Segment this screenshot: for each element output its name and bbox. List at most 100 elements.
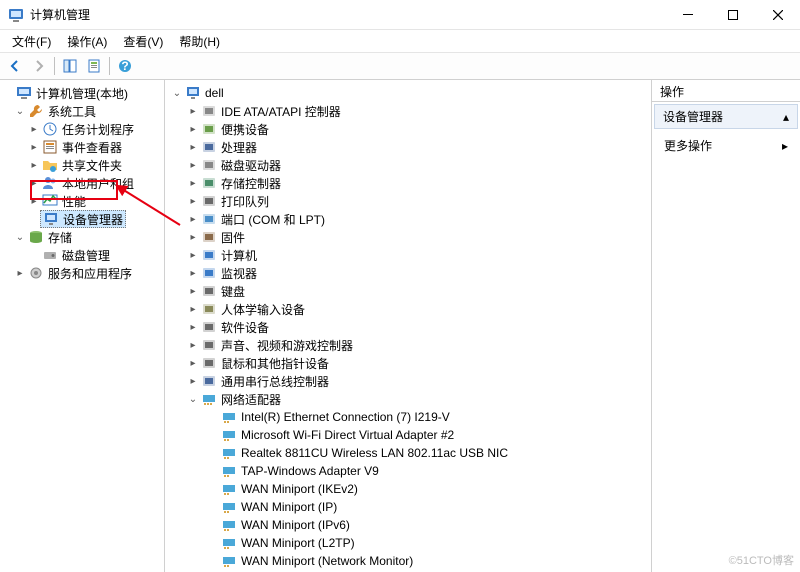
tree-system-tools[interactable]: ⌄ 系统工具 bbox=[0, 102, 164, 120]
device-category-mice[interactable]: ▸鼠标和其他指针设备 bbox=[165, 354, 651, 372]
properties-button[interactable] bbox=[83, 55, 105, 77]
tree-task-scheduler[interactable]: ▸任务计划程序 bbox=[0, 120, 164, 138]
tree-root[interactable]: ▸ 计算机管理(本地) bbox=[0, 84, 164, 102]
network-adapter-item[interactable]: Intel(R) Ethernet Connection (7) I219-V bbox=[165, 408, 651, 426]
device-category-keyboards[interactable]: ▸键盘 bbox=[165, 282, 651, 300]
hid-icon bbox=[201, 301, 217, 317]
network-adapter-item[interactable]: WAN Miniport (L2TP) bbox=[165, 534, 651, 552]
tree-disk-management[interactable]: ▸磁盘管理 bbox=[0, 246, 164, 264]
ide-controller-icon bbox=[201, 103, 217, 119]
expander-icon[interactable]: ▸ bbox=[187, 339, 199, 351]
expander-icon[interactable]: ▸ bbox=[187, 141, 199, 153]
forward-button[interactable] bbox=[28, 55, 50, 77]
tree-shared-folders[interactable]: ▸共享文件夹 bbox=[0, 156, 164, 174]
device-category-usb[interactable]: ▸通用串行总线控制器 bbox=[165, 372, 651, 390]
disk-drive-icon bbox=[201, 157, 217, 173]
network-adapter-icon bbox=[221, 409, 237, 425]
tree-services-apps[interactable]: ▸服务和应用程序 bbox=[0, 264, 164, 282]
device-tree[interactable]: ⌄dell ▸IDE ATA/ATAPI 控制器▸便携设备▸处理器▸磁盘驱动器▸… bbox=[165, 80, 652, 572]
network-adapter-icon bbox=[221, 517, 237, 533]
network-adapter-item[interactable]: Microsoft Wi-Fi Direct Virtual Adapter #… bbox=[165, 426, 651, 444]
device-category-disk_drives[interactable]: ▸磁盘驱动器 bbox=[165, 156, 651, 174]
device-category-network[interactable]: ⌄网络适配器 bbox=[165, 390, 651, 408]
device-category-monitors[interactable]: ▸监视器 bbox=[165, 264, 651, 282]
menu-help[interactable]: 帮助(H) bbox=[171, 31, 228, 52]
expander-icon[interactable]: ▸ bbox=[187, 159, 199, 171]
back-button[interactable] bbox=[4, 55, 26, 77]
expander-icon[interactable]: ▸ bbox=[28, 141, 40, 153]
expander-icon[interactable]: ▸ bbox=[187, 285, 199, 297]
expander-icon[interactable]: ▸ bbox=[187, 213, 199, 225]
menu-view[interactable]: 查看(V) bbox=[115, 31, 171, 52]
tree-storage[interactable]: ⌄存储 bbox=[0, 228, 164, 246]
expander-icon[interactable]: ▸ bbox=[28, 159, 40, 171]
computer-icon bbox=[185, 85, 201, 101]
expander-icon[interactable]: ▸ bbox=[187, 123, 199, 135]
device-category-computer[interactable]: ▸计算机 bbox=[165, 246, 651, 264]
device-category-software_dev[interactable]: ▸软件设备 bbox=[165, 318, 651, 336]
storage-controller-icon bbox=[201, 175, 217, 191]
tree-device-manager[interactable]: ▸设备管理器 bbox=[0, 210, 164, 228]
toolbar: ? bbox=[0, 52, 800, 80]
device-category-print_queue[interactable]: ▸打印队列 bbox=[165, 192, 651, 210]
toolbar-separator bbox=[54, 57, 55, 75]
expander-icon[interactable]: ▸ bbox=[28, 123, 40, 135]
console-tree[interactable]: ▸ 计算机管理(本地) ⌄ 系统工具 ▸任务计划程序 ▸事件查看器 ▸共享文件夹… bbox=[0, 80, 165, 572]
network-adapter-icon bbox=[221, 481, 237, 497]
expander-icon[interactable]: ▸ bbox=[14, 267, 26, 279]
tree-event-viewer[interactable]: ▸事件查看器 bbox=[0, 138, 164, 156]
menu-file[interactable]: 文件(F) bbox=[4, 31, 59, 52]
tree-local-users[interactable]: ▸本地用户和组 bbox=[0, 174, 164, 192]
software-device-icon bbox=[201, 319, 217, 335]
network-adapter-icon bbox=[221, 553, 237, 569]
expander-icon[interactable]: ▸ bbox=[187, 249, 199, 261]
device-category-cpu[interactable]: ▸处理器 bbox=[165, 138, 651, 156]
keyboard-icon bbox=[201, 283, 217, 299]
device-category-storage_ctrl[interactable]: ▸存储控制器 bbox=[165, 174, 651, 192]
network-adapter-item[interactable]: TAP-Windows Adapter V9 bbox=[165, 462, 651, 480]
expander-icon[interactable]: ▸ bbox=[187, 177, 199, 189]
expander-icon[interactable]: ▸ bbox=[187, 267, 199, 279]
expander-icon[interactable]: ▸ bbox=[187, 375, 199, 387]
device-category-hid[interactable]: ▸人体学输入设备 bbox=[165, 300, 651, 318]
device-root[interactable]: ⌄dell bbox=[165, 84, 651, 102]
more-actions[interactable]: 更多操作 ▸ bbox=[652, 131, 800, 160]
network-adapter-item[interactable]: WAN Miniport (Network Monitor) bbox=[165, 552, 651, 570]
device-category-ide[interactable]: ▸IDE ATA/ATAPI 控制器 bbox=[165, 102, 651, 120]
expander-icon[interactable]: ▸ bbox=[187, 105, 199, 117]
show-hide-tree-button[interactable] bbox=[59, 55, 81, 77]
expander-icon[interactable]: ⌄ bbox=[14, 231, 26, 243]
expander-icon[interactable]: ▸ bbox=[187, 357, 199, 369]
menu-action[interactable]: 操作(A) bbox=[59, 31, 115, 52]
expander-icon[interactable]: ▸ bbox=[187, 195, 199, 207]
monitor-icon bbox=[201, 265, 217, 281]
device-category-ports[interactable]: ▸端口 (COM 和 LPT) bbox=[165, 210, 651, 228]
sound-icon bbox=[201, 337, 217, 353]
help-button[interactable]: ? bbox=[114, 55, 136, 77]
expander-icon[interactable]: ▸ bbox=[28, 177, 40, 189]
expander-icon[interactable]: ▸ bbox=[187, 303, 199, 315]
tree-performance[interactable]: ▸性能 bbox=[0, 192, 164, 210]
expander-icon[interactable]: ▸ bbox=[28, 195, 40, 207]
device-category-portable[interactable]: ▸便携设备 bbox=[165, 120, 651, 138]
network-adapter-item[interactable]: WAN Miniport (IKEv2) bbox=[165, 480, 651, 498]
close-button[interactable] bbox=[755, 0, 800, 30]
expander-icon[interactable]: ▸ bbox=[187, 231, 199, 243]
network-adapter-icon bbox=[221, 427, 237, 443]
maximize-button[interactable] bbox=[710, 0, 755, 30]
network-adapter-item[interactable]: Realtek 8811CU Wireless LAN 802.11ac USB… bbox=[165, 444, 651, 462]
titlebar: 计算机管理 bbox=[0, 0, 800, 30]
device-category-sound[interactable]: ▸声音、视频和游戏控制器 bbox=[165, 336, 651, 354]
network-adapter-item[interactable]: WAN Miniport (IP) bbox=[165, 498, 651, 516]
expander-icon[interactable]: ⌄ bbox=[14, 105, 26, 117]
minimize-button[interactable] bbox=[665, 0, 710, 30]
chevron-right-icon: ▸ bbox=[782, 139, 788, 153]
expander-icon[interactable]: ⌄ bbox=[187, 393, 199, 405]
users-icon bbox=[42, 175, 58, 191]
network-adapter-item[interactable]: WAN Miniport (IPv6) bbox=[165, 516, 651, 534]
device-category-firmware[interactable]: ▸固件 bbox=[165, 228, 651, 246]
expander-icon[interactable]: ⌄ bbox=[171, 87, 183, 99]
expander-icon[interactable]: ▸ bbox=[187, 321, 199, 333]
actions-section-title[interactable]: 设备管理器 ▴ bbox=[654, 104, 798, 129]
storage-icon bbox=[28, 229, 44, 245]
